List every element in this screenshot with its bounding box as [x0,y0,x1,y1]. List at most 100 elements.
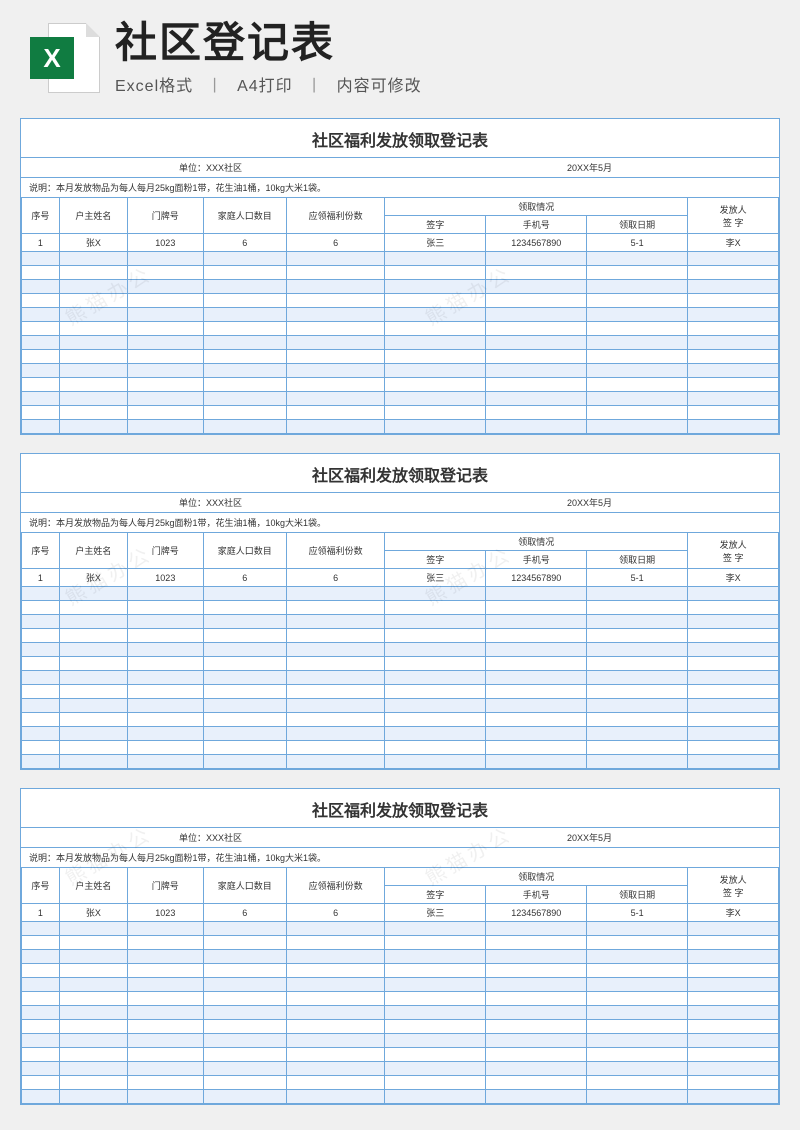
col-header: 发放人签 字 [688,198,779,234]
table-row: 1张X102366张三12345678905-1李X [22,904,779,922]
table-row [22,420,779,434]
cell-issuer: 李X [688,904,779,922]
table-row [22,1034,779,1048]
cell-sign: 张三 [385,569,486,587]
table-row [22,755,779,769]
table-row [22,713,779,727]
cell-owner: 张X [59,569,127,587]
meta-row: 单位：XXX社区20XX年5月 [21,158,779,178]
cell-phone: 1234567890 [486,904,587,922]
col-header: 门牌号 [127,198,203,234]
cell-phone: 1234567890 [486,569,587,587]
table-row [22,601,779,615]
col-header: 领取情况 [385,198,688,216]
table-row [22,629,779,643]
col-header: 领取日期 [587,886,688,904]
table-row [22,950,779,964]
date-label: 20XX年5月 [400,493,779,512]
cell-issuer: 李X [688,234,779,252]
cell-rdate: 5-1 [587,904,688,922]
table-row [22,350,779,364]
table-row [22,727,779,741]
sub-format: Excel格式 [115,78,193,95]
data-table: 序号户主姓名门牌号家庭人口数目应领福利份数领取情况发放人签 字签字手机号领取日期… [21,868,779,1104]
table-row [22,699,779,713]
col-header: 领取情况 [385,868,688,886]
table-row [22,936,779,950]
sheet-title: 社区福利发放领取登记表 [21,454,779,493]
table-row [22,685,779,699]
cell-phone: 1234567890 [486,234,587,252]
cell-rdate: 5-1 [587,234,688,252]
table-row [22,1090,779,1104]
col-header: 发放人签 字 [688,868,779,904]
table-row [22,964,779,978]
table-row: 1张X102366张三12345678905-1李X [22,234,779,252]
col-header: 家庭人口数目 [203,868,286,904]
col-header: 序号 [22,533,60,569]
cell-seq: 1 [22,904,60,922]
table-row [22,741,779,755]
col-header: 序号 [22,198,60,234]
cell-sign: 张三 [385,904,486,922]
table-row [22,392,779,406]
cell-sign: 张三 [385,234,486,252]
page-title: 社区登记表 [115,20,770,66]
table-row [22,280,779,294]
table-row [22,1048,779,1062]
meta-row: 单位：XXX社区20XX年5月 [21,493,779,513]
note-row: 说明：本月发放物品为每人每月25kg面粉1带，花生油1桶，10kg大米1袋。 [21,178,779,198]
table-row [22,406,779,420]
table-row [22,671,779,685]
col-header: 户主姓名 [59,198,127,234]
col-header: 手机号 [486,886,587,904]
col-header: 户主姓名 [59,533,127,569]
table-row [22,643,779,657]
cell-seq: 1 [22,569,60,587]
col-header: 户主姓名 [59,868,127,904]
sheet-area: 社区福利发放领取登记表单位：XXX社区20XX年5月说明：本月发放物品为每人每月… [20,118,780,1105]
col-header: 发放人签 字 [688,533,779,569]
cell-issuer: 李X [688,569,779,587]
cell-door: 1023 [127,569,203,587]
table-row [22,378,779,392]
sheet-title: 社区福利发放领取登记表 [21,789,779,828]
col-header: 签字 [385,216,486,234]
cell-owner: 张X [59,234,127,252]
col-header: 手机号 [486,216,587,234]
note-row: 说明：本月发放物品为每人每月25kg面粉1带，花生油1桶，10kg大米1袋。 [21,848,779,868]
registration-sheet: 社区福利发放领取登记表单位：XXX社区20XX年5月说明：本月发放物品为每人每月… [20,453,780,770]
table-row [22,322,779,336]
col-header: 领取日期 [587,551,688,569]
cell-qty: 6 [286,234,384,252]
col-header: 家庭人口数目 [203,533,286,569]
cell-pop: 6 [203,569,286,587]
cell-pop: 6 [203,234,286,252]
col-header: 应领福利份数 [286,868,384,904]
col-header: 手机号 [486,551,587,569]
date-label: 20XX年5月 [400,158,779,177]
col-header: 应领福利份数 [286,198,384,234]
col-header: 领取情况 [385,533,688,551]
sheet-title: 社区福利发放领取登记表 [21,119,779,158]
table-row [22,1006,779,1020]
sub-editable: 内容可修改 [337,78,422,95]
table-row [22,294,779,308]
page-subtitle: Excel格式 丨 A4打印 丨 内容可修改 [115,72,770,96]
col-header: 家庭人口数目 [203,198,286,234]
cell-qty: 6 [286,569,384,587]
table-row [22,266,779,280]
col-header: 应领福利份数 [286,533,384,569]
note-row: 说明：本月发放物品为每人每月25kg面粉1带，花生油1桶，10kg大米1袋。 [21,513,779,533]
excel-icon-letter: X [30,37,74,79]
table-row [22,922,779,936]
table-row [22,1020,779,1034]
date-label: 20XX年5月 [400,828,779,847]
col-header: 门牌号 [127,533,203,569]
cell-door: 1023 [127,234,203,252]
excel-icon: X [30,23,100,93]
table-row: 1张X102366张三12345678905-1李X [22,569,779,587]
data-table: 序号户主姓名门牌号家庭人口数目应领福利份数领取情况发放人签 字签字手机号领取日期… [21,198,779,434]
table-row [22,587,779,601]
table-row [22,252,779,266]
